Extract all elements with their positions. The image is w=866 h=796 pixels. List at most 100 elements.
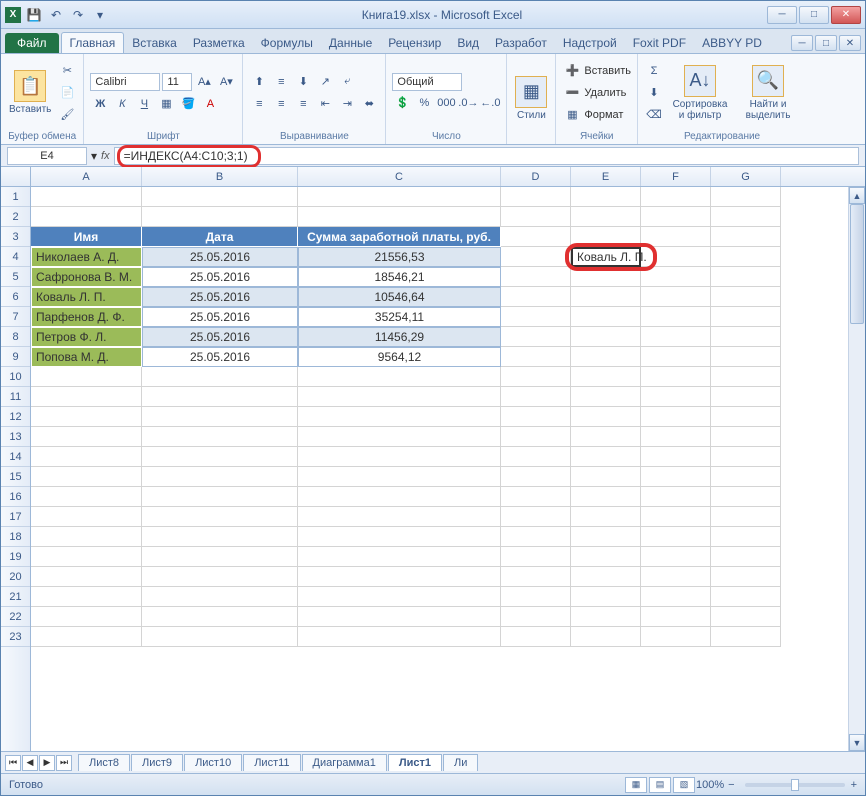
cell-D16[interactable] (501, 487, 571, 507)
tab-home[interactable]: Главная (61, 32, 125, 53)
vertical-scrollbar[interactable]: ▲ ▼ (848, 187, 865, 751)
cell-D20[interactable] (501, 567, 571, 587)
orientation[interactable]: ↗ (315, 72, 335, 92)
tab-developer[interactable]: Разработ (487, 33, 555, 53)
cell-F10[interactable] (641, 367, 711, 387)
cell-E7[interactable] (571, 307, 641, 327)
doc-close[interactable]: ✕ (839, 35, 861, 51)
cell-E10[interactable] (571, 367, 641, 387)
cell-E2[interactable] (571, 207, 641, 227)
cell-A21[interactable] (31, 587, 142, 607)
row-header-19[interactable]: 19 (1, 547, 30, 567)
cell-C12[interactable] (298, 407, 501, 427)
cell-F18[interactable] (641, 527, 711, 547)
cell-C16[interactable] (298, 487, 501, 507)
cell-A15[interactable] (31, 467, 142, 487)
cell-E5[interactable] (571, 267, 641, 287)
cell-E1[interactable] (571, 187, 641, 207)
cell-D1[interactable] (501, 187, 571, 207)
cell-C6[interactable]: 10546,64 (298, 287, 501, 307)
cell-A19[interactable] (31, 547, 142, 567)
sheet-tab-Лист10[interactable]: Лист10 (184, 754, 242, 771)
cell-G18[interactable] (711, 527, 781, 547)
cell-F8[interactable] (641, 327, 711, 347)
cell-D9[interactable] (501, 347, 571, 367)
cell-G10[interactable] (711, 367, 781, 387)
cell-F13[interactable] (641, 427, 711, 447)
cell-E18[interactable] (571, 527, 641, 547)
cell-B9[interactable]: 25.05.2016 (142, 347, 298, 367)
row-header-17[interactable]: 17 (1, 507, 30, 527)
delete-cells[interactable]: ➖ (562, 83, 582, 103)
cell-G13[interactable] (711, 427, 781, 447)
clear-button[interactable]: ⌫ (644, 105, 664, 125)
cell-B6[interactable]: 25.05.2016 (142, 287, 298, 307)
cell-A20[interactable] (31, 567, 142, 587)
cell-E3[interactable] (571, 227, 641, 247)
cell-G20[interactable] (711, 567, 781, 587)
increase-font[interactable]: A▴ (194, 72, 214, 92)
cell-D8[interactable] (501, 327, 571, 347)
cell-G5[interactable] (711, 267, 781, 287)
cell-A23[interactable] (31, 627, 142, 647)
cell-C18[interactable] (298, 527, 501, 547)
tab-review[interactable]: Рецензир (380, 33, 449, 53)
cell-A16[interactable] (31, 487, 142, 507)
col-header-E[interactable]: E (571, 167, 641, 186)
cell-F5[interactable] (641, 267, 711, 287)
cell-A11[interactable] (31, 387, 142, 407)
col-header-A[interactable]: A (31, 167, 142, 186)
merge-button[interactable]: ⬌ (359, 94, 379, 114)
zoom-in[interactable]: + (851, 779, 857, 791)
cell-A17[interactable] (31, 507, 142, 527)
cell-D7[interactable] (501, 307, 571, 327)
row-header-11[interactable]: 11 (1, 387, 30, 407)
decrease-indent[interactable]: ⇤ (315, 94, 335, 114)
paste-button[interactable]: 📋 Вставить (7, 68, 53, 117)
cut-button[interactable]: ✂ (57, 61, 77, 81)
cell-D13[interactable] (501, 427, 571, 447)
cell-F4[interactable] (641, 247, 711, 267)
cell-B18[interactable] (142, 527, 298, 547)
percent-button[interactable]: % (414, 93, 434, 113)
close-button[interactable]: ✕ (831, 6, 861, 24)
cell-F12[interactable] (641, 407, 711, 427)
cell-B14[interactable] (142, 447, 298, 467)
cell-C19[interactable] (298, 547, 501, 567)
cell-A6[interactable]: Коваль Л. П. (31, 287, 142, 307)
row-header-7[interactable]: 7 (1, 307, 30, 327)
cell-C17[interactable] (298, 507, 501, 527)
cell-D18[interactable] (501, 527, 571, 547)
redo-button[interactable]: ↷ (69, 6, 87, 24)
cell-A22[interactable] (31, 607, 142, 627)
cell-C23[interactable] (298, 627, 501, 647)
cell-E11[interactable] (571, 387, 641, 407)
cell-G2[interactable] (711, 207, 781, 227)
decrease-decimal[interactable]: ←.0 (480, 93, 500, 113)
currency-button[interactable]: 💲 (392, 93, 412, 113)
underline-button[interactable]: Ч (134, 94, 154, 114)
cell-C10[interactable] (298, 367, 501, 387)
cell-A10[interactable] (31, 367, 142, 387)
cell-C4[interactable]: 21556,53 (298, 247, 501, 267)
cell-G15[interactable] (711, 467, 781, 487)
cell-E16[interactable] (571, 487, 641, 507)
cell-B2[interactable] (142, 207, 298, 227)
tab-addins[interactable]: Надстрой (555, 33, 625, 53)
cell-F3[interactable] (641, 227, 711, 247)
cell-B20[interactable] (142, 567, 298, 587)
wrap-text[interactable]: ⤶ (337, 72, 357, 92)
cell-B1[interactable] (142, 187, 298, 207)
cell-C21[interactable] (298, 587, 501, 607)
cell-G22[interactable] (711, 607, 781, 627)
align-center[interactable]: ≡ (271, 94, 291, 114)
increase-indent[interactable]: ⇥ (337, 94, 357, 114)
sheet-canvas[interactable]: ИмяДатаСумма заработной платы, руб.Никол… (31, 187, 865, 751)
cell-G9[interactable] (711, 347, 781, 367)
sort-filter-button[interactable]: A↓ Сортировка и фильтр (668, 63, 732, 123)
cell-G8[interactable] (711, 327, 781, 347)
cell-E23[interactable] (571, 627, 641, 647)
align-middle[interactable]: ≡ (271, 72, 291, 92)
tab-foxit[interactable]: Foxit PDF (625, 33, 694, 53)
tab-data[interactable]: Данные (321, 33, 380, 53)
